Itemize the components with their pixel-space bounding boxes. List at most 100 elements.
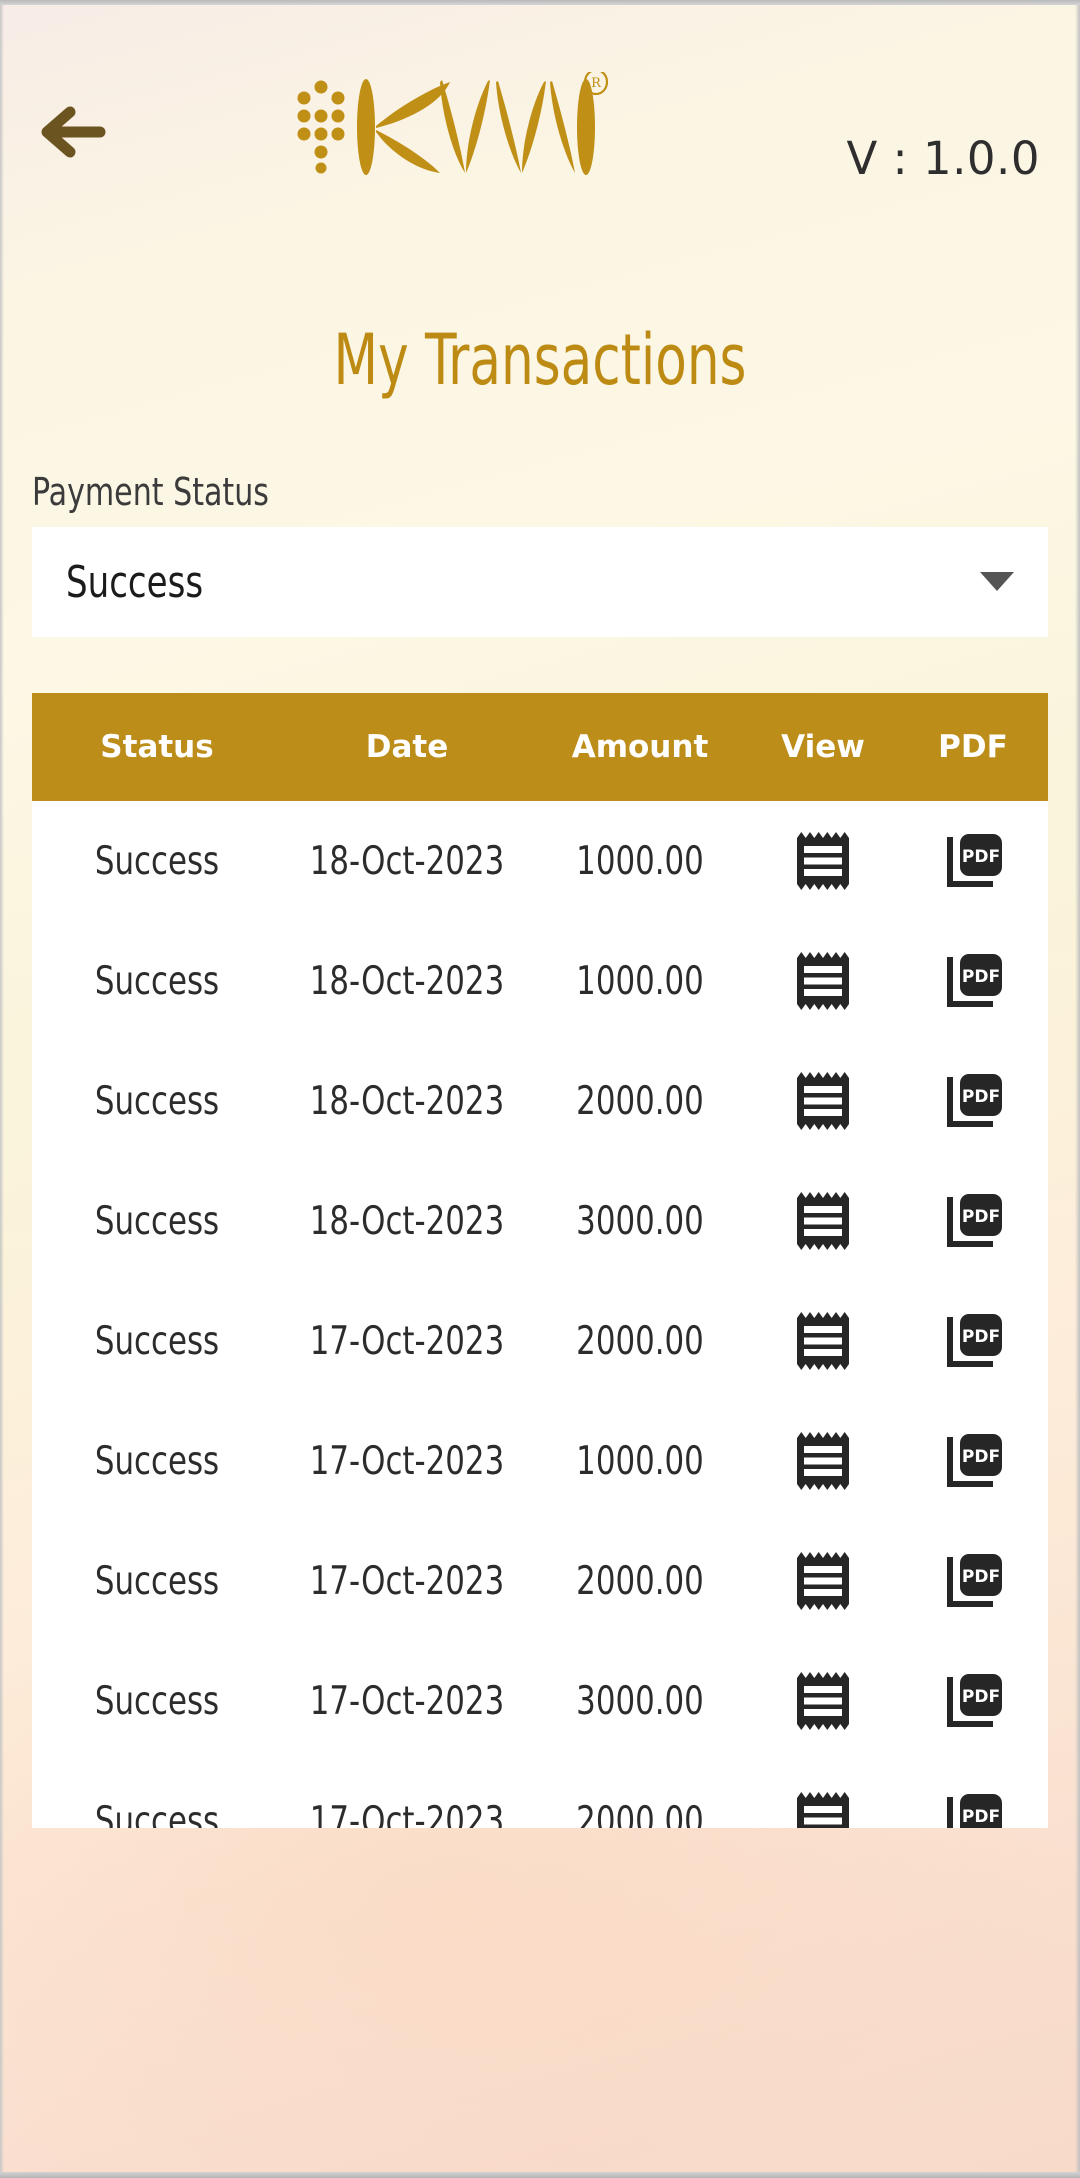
receipt-icon: [797, 1552, 849, 1610]
cell-amount: 2000.00: [576, 1078, 704, 1124]
download-pdf-button[interactable]: PDF: [898, 1192, 1048, 1250]
view-receipt-button[interactable]: [748, 952, 898, 1010]
cell-status: Success: [94, 1438, 220, 1484]
device-edge-bottom: [0, 2172, 1080, 2178]
column-header-date: Date: [365, 729, 449, 765]
receipt-icon: [797, 1672, 849, 1730]
table-row[interactable]: Success 17-Oct-2023 3000.00 PDF: [32, 1641, 1048, 1761]
table-row[interactable]: Success 18-Oct-2023 1000.00 PDF: [32, 921, 1048, 1041]
receipt-icon: [797, 1432, 849, 1490]
receipt-icon: [797, 1192, 849, 1250]
download-pdf-button[interactable]: PDF: [898, 1432, 1048, 1490]
pdf-file-icon: PDF: [944, 832, 1002, 890]
pdf-file-icon: PDF: [944, 1432, 1002, 1490]
svg-text:PDF: PDF: [962, 1807, 1000, 1827]
table-row[interactable]: Success 17-Oct-2023 2000.00 PDF: [32, 1281, 1048, 1401]
page-title: My Transactions: [333, 319, 747, 401]
cell-date: 18-Oct-2023: [309, 838, 505, 884]
cell-status: Success: [94, 1198, 220, 1244]
pdf-file-icon: PDF: [944, 1312, 1002, 1370]
cell-amount: 2000.00: [576, 1318, 704, 1364]
cell-amount: 3000.00: [576, 1678, 704, 1724]
table-row[interactable]: Success 18-Oct-2023 3000.00 PDF: [32, 1161, 1048, 1281]
download-pdf-button[interactable]: PDF: [898, 1312, 1048, 1370]
payment-status-value: Success: [66, 556, 204, 608]
back-button[interactable]: [30, 92, 116, 172]
table-row[interactable]: Success 17-Oct-2023 1000.00 PDF: [32, 1401, 1048, 1521]
cell-status: Success: [94, 838, 220, 884]
receipt-icon: [797, 1072, 849, 1130]
svg-text:PDF: PDF: [962, 1567, 1000, 1587]
cell-status: Success: [94, 1558, 220, 1604]
download-pdf-button[interactable]: PDF: [898, 1552, 1048, 1610]
chevron-down-icon: [980, 572, 1014, 592]
view-receipt-button[interactable]: [748, 1192, 898, 1250]
device-edge-left: [0, 0, 4, 2178]
app-screen: R V : 1.0.0 My Transactions Payment Stat…: [0, 0, 1080, 2178]
cell-date: 18-Oct-2023: [309, 1198, 505, 1244]
column-header-pdf: PDF: [938, 729, 1008, 765]
svg-text:PDF: PDF: [962, 967, 1000, 987]
payment-status-label: Payment Status: [32, 470, 269, 514]
cell-amount: 1000.00: [576, 1438, 704, 1484]
svg-text:PDF: PDF: [962, 1207, 1000, 1227]
column-header-status: Status: [100, 729, 214, 765]
pdf-file-icon: PDF: [944, 1192, 1002, 1250]
pdf-file-icon: PDF: [944, 952, 1002, 1010]
device-edge-top: [0, 0, 1080, 5]
svg-text:R: R: [591, 76, 602, 91]
app-version-label: V : 1.0.0: [846, 132, 1040, 185]
app-header: R V : 1.0.0: [0, 0, 1080, 240]
cell-date: 18-Oct-2023: [309, 958, 505, 1004]
cell-status: Success: [94, 1078, 220, 1124]
cell-status: Success: [94, 1678, 220, 1724]
column-header-amount: Amount: [571, 729, 709, 765]
svg-text:PDF: PDF: [962, 1087, 1000, 1107]
table-body: Success 18-Oct-2023 1000.00 PDF Success 18-Oc…: [32, 801, 1048, 1828]
cell-status: Success: [94, 1318, 220, 1364]
receipt-icon: [797, 1312, 849, 1370]
receipt-icon: [797, 1792, 849, 1828]
view-receipt-button[interactable]: [748, 1552, 898, 1610]
table-row[interactable]: Success 18-Oct-2023 2000.00 PDF: [32, 1041, 1048, 1161]
cell-status: Success: [94, 958, 220, 1004]
svg-text:PDF: PDF: [962, 1687, 1000, 1707]
table-header-row: Status Date Amount View PDF: [32, 693, 1048, 801]
column-header-view: View: [781, 729, 865, 765]
transactions-table[interactable]: Status Date Amount View PDF Success 18-Oc…: [32, 693, 1048, 1828]
svg-text:PDF: PDF: [962, 1327, 1000, 1347]
cell-amount: 3000.00: [576, 1198, 704, 1244]
view-receipt-button[interactable]: [748, 1072, 898, 1130]
receipt-icon: [797, 952, 849, 1010]
cell-date: 17-Oct-2023: [309, 1438, 505, 1484]
receipt-icon: [797, 832, 849, 890]
brand-logo: R: [290, 72, 620, 177]
view-receipt-button[interactable]: [748, 1312, 898, 1370]
cell-amount: 1000.00: [576, 838, 704, 884]
view-receipt-button[interactable]: [748, 832, 898, 890]
cell-amount: 2000.00: [576, 1798, 704, 1829]
download-pdf-button[interactable]: PDF: [898, 1672, 1048, 1730]
cell-amount: 2000.00: [576, 1558, 704, 1604]
download-pdf-button[interactable]: PDF: [898, 1792, 1048, 1828]
payment-status-select[interactable]: Success: [32, 527, 1048, 637]
table-row[interactable]: Success 17-Oct-2023 2000.00 PDF: [32, 1521, 1048, 1641]
download-pdf-button[interactable]: PDF: [898, 832, 1048, 890]
pdf-file-icon: PDF: [944, 1072, 1002, 1130]
device-edge-right: [1075, 0, 1080, 2178]
view-receipt-button[interactable]: [748, 1432, 898, 1490]
pdf-file-icon: PDF: [944, 1672, 1002, 1730]
cell-amount: 1000.00: [576, 958, 704, 1004]
svg-text:PDF: PDF: [962, 847, 1000, 867]
table-row[interactable]: Success 18-Oct-2023 1000.00 PDF: [32, 801, 1048, 921]
pdf-file-icon: PDF: [944, 1552, 1002, 1610]
arrow-left-icon: [38, 104, 108, 160]
view-receipt-button[interactable]: [748, 1672, 898, 1730]
view-receipt-button[interactable]: [748, 1792, 898, 1828]
cell-date: 17-Oct-2023: [309, 1798, 505, 1829]
cell-date: 18-Oct-2023: [309, 1078, 505, 1124]
table-row[interactable]: Success 17-Oct-2023 2000.00 PDF: [32, 1761, 1048, 1828]
download-pdf-button[interactable]: PDF: [898, 952, 1048, 1010]
download-pdf-button[interactable]: PDF: [898, 1072, 1048, 1130]
svg-text:PDF: PDF: [962, 1447, 1000, 1467]
